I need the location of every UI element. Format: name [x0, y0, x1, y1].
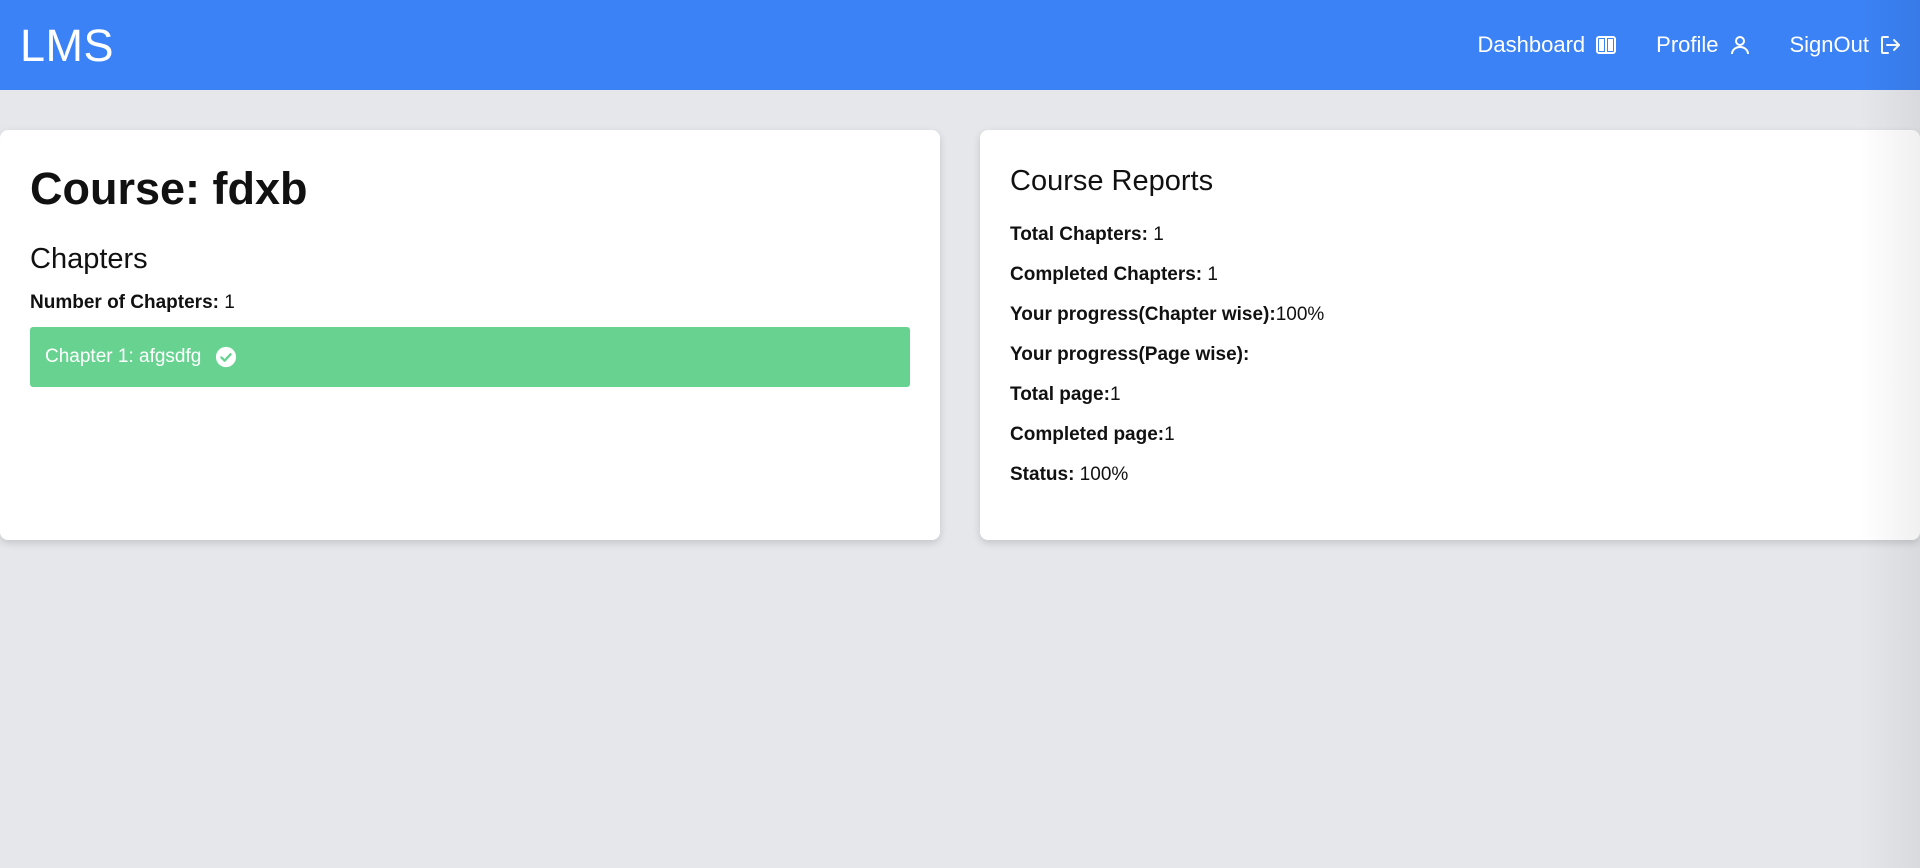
- top-navbar: LMS Dashboard Profile SignOut: [0, 0, 1920, 90]
- report-value: 1: [1147, 223, 1164, 245]
- nav-signout-link[interactable]: SignOut: [1790, 32, 1903, 58]
- course-card: Course: fdxb Chapters Number of Chapters…: [0, 130, 940, 540]
- nav-dashboard-label: Dashboard: [1477, 32, 1586, 57]
- report-progress-page-wise: Your progress(Page wise):: [1010, 335, 1890, 375]
- dashboard-icon: [1594, 33, 1618, 57]
- user-icon: [1728, 33, 1752, 57]
- report-value: 1: [1202, 263, 1218, 285]
- signout-icon: [1878, 33, 1902, 57]
- report-label: Status:: [1010, 463, 1075, 485]
- report-value: 1: [1109, 383, 1121, 405]
- report-label: Completed page:: [1010, 423, 1165, 445]
- report-label: Your progress(Page wise):: [1010, 343, 1250, 365]
- report-value: 100%: [1275, 303, 1325, 325]
- chapter-label: Chapter 1: afgsdfg: [45, 346, 202, 368]
- nav-links: Dashboard Profile SignOut: [1478, 32, 1903, 58]
- course-reports-card: Course Reports Total Chapters: 1 Complet…: [980, 130, 1920, 540]
- report-completed-page: Completed page:1: [1010, 415, 1890, 455]
- brand-logo[interactable]: LMS: [20, 23, 114, 68]
- report-completed-chapters: Completed Chapters: 1: [1010, 255, 1890, 295]
- nav-signout-label: SignOut: [1789, 32, 1870, 57]
- report-list: Total Chapters: 1 Completed Chapters: 1 …: [1010, 215, 1890, 495]
- report-value: 100%: [1074, 463, 1129, 485]
- report-status: Status: 100%: [1010, 455, 1890, 495]
- chapter-count-label: Number of Chapters:: [30, 291, 219, 313]
- check-circle-icon: [215, 346, 237, 368]
- report-label: Total page:: [1010, 383, 1110, 405]
- page: LMS Dashboard Profile SignOut Course: fd…: [0, 0, 1920, 868]
- report-label: Total Chapters:: [1010, 223, 1148, 245]
- chapters-heading: Chapters: [30, 243, 148, 275]
- report-progress-chapter-wise: Your progress(Chapter wise):100%: [1010, 295, 1890, 335]
- course-title: Course: fdxb: [30, 163, 308, 214]
- nav-dashboard-link[interactable]: Dashboard: [1478, 32, 1619, 58]
- chapter-item[interactable]: Chapter 1: afgsdfg: [30, 327, 910, 388]
- report-total-chapters: Total Chapters: 1: [1010, 215, 1890, 255]
- chapter-count: Number of Chapters: 1: [30, 291, 910, 316]
- chapter-count-value: 1: [218, 291, 235, 313]
- reports-title: Course Reports: [1010, 165, 1214, 197]
- report-label: Your progress(Chapter wise):: [1010, 303, 1276, 325]
- report-label: Completed Chapters:: [1010, 263, 1203, 285]
- nav-profile-label: Profile: [1656, 32, 1719, 57]
- nav-profile-link[interactable]: Profile: [1656, 32, 1751, 58]
- report-value: 1: [1164, 423, 1175, 445]
- report-total-page: Total page:1: [1010, 375, 1890, 415]
